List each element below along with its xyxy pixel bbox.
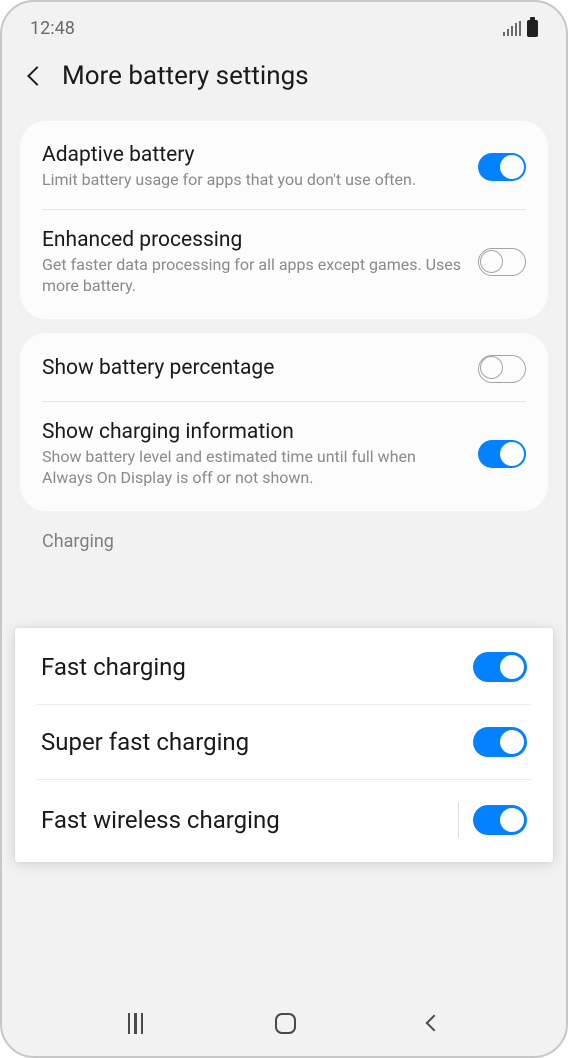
show-charging-information-title: Show charging information (42, 420, 462, 444)
nav-back-icon[interactable] (426, 1015, 443, 1032)
page-title: More battery settings (62, 61, 309, 91)
settings-group-1: Adaptive battery Limit battery usage for… (20, 121, 548, 319)
back-icon[interactable] (27, 66, 47, 86)
phone-frame: 12:48 More battery settings Adaptive bat… (0, 0, 568, 1058)
enhanced-processing-title: Enhanced processing (42, 228, 462, 252)
row-enhanced-processing[interactable]: Enhanced processing Get faster data proc… (20, 210, 548, 315)
signal-icon (503, 21, 522, 36)
settings-group-2: Show battery percentage Show charging in… (20, 333, 548, 511)
super-fast-charging-title: Super fast charging (41, 728, 249, 756)
row-show-charging-information[interactable]: Show charging information Show battery l… (20, 402, 548, 507)
show-charging-information-toggle[interactable] (478, 440, 526, 468)
row-fast-wireless-charging[interactable]: Fast wireless charging (15, 780, 553, 860)
show-battery-percentage-title: Show battery percentage (42, 356, 462, 380)
page-header: More battery settings (2, 45, 566, 113)
status-right (503, 20, 539, 37)
enhanced-processing-toggle[interactable] (478, 248, 526, 276)
row-fast-charging[interactable]: Fast charging (15, 630, 553, 704)
charging-section-label: Charging (2, 519, 566, 554)
adaptive-battery-toggle[interactable] (478, 153, 526, 181)
fast-wireless-charging-title: Fast wireless charging (41, 806, 280, 834)
status-time: 12:48 (30, 18, 75, 39)
row-show-battery-percentage[interactable]: Show battery percentage (20, 337, 548, 401)
fast-wireless-charging-toggle[interactable] (473, 805, 527, 835)
super-fast-charging-toggle[interactable] (473, 727, 527, 757)
vertical-divider (458, 802, 459, 838)
enhanced-processing-desc: Get faster data processing for all apps … (42, 254, 462, 297)
adaptive-battery-title: Adaptive battery (42, 143, 462, 167)
fast-charging-toggle[interactable] (473, 652, 527, 682)
fast-charging-title: Fast charging (41, 653, 186, 681)
show-charging-information-desc: Show battery level and estimated time un… (42, 446, 462, 489)
charging-overlay-card: Fast charging Super fast charging Fast w… (15, 628, 553, 862)
status-bar: 12:48 (2, 2, 566, 45)
show-battery-percentage-toggle[interactable] (478, 355, 526, 383)
row-super-fast-charging[interactable]: Super fast charging (15, 705, 553, 779)
battery-icon (527, 20, 538, 37)
adaptive-battery-desc: Limit battery usage for apps that you do… (42, 169, 462, 191)
nav-home-icon[interactable] (275, 1013, 296, 1034)
row-adaptive-battery[interactable]: Adaptive battery Limit battery usage for… (20, 125, 548, 209)
nav-recent-icon[interactable] (128, 1013, 144, 1034)
navigation-bar (2, 990, 566, 1056)
